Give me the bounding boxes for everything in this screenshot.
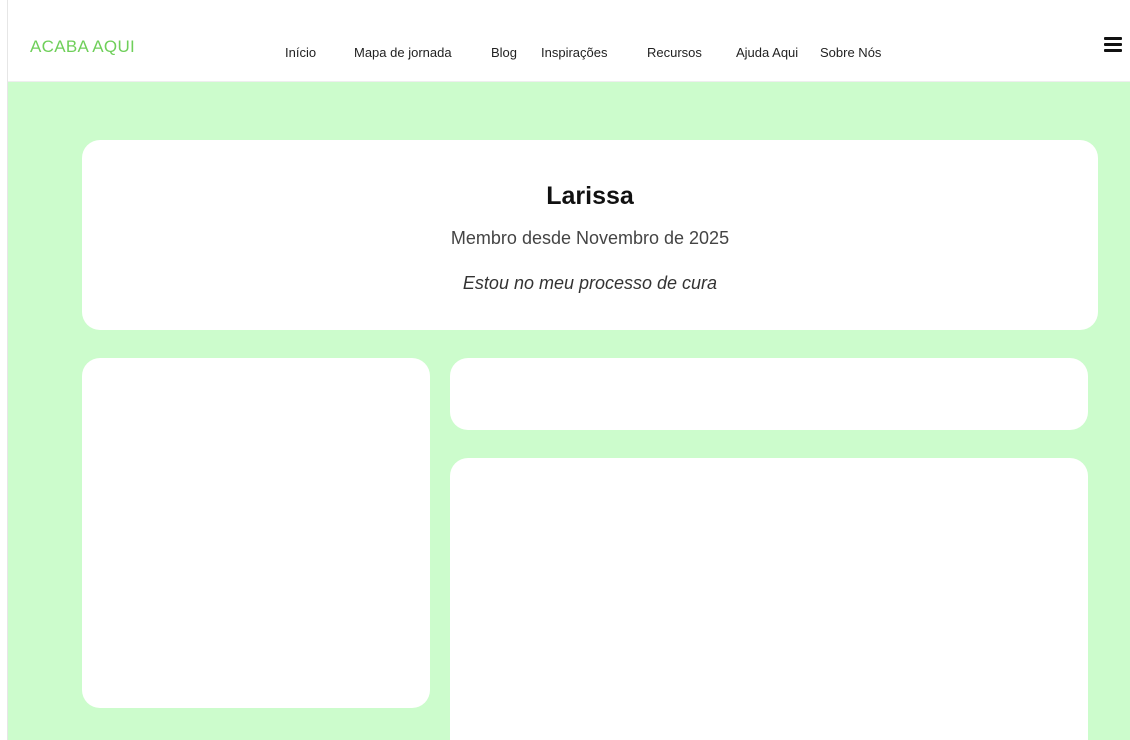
- hamburger-menu-icon[interactable]: [1104, 37, 1122, 53]
- top-right-panel: [450, 358, 1088, 430]
- main-right-panel: [450, 458, 1088, 740]
- left-edge-border: [0, 0, 8, 740]
- left-side-panel: [82, 358, 430, 708]
- profile-status-text: Estou no meu processo de cura: [462, 273, 718, 293]
- profile-card: Larissa Membro desde Novembro de 2025 Es…: [82, 140, 1098, 330]
- nav-item-mapa-de-jornada[interactable]: Mapa de jornada: [354, 45, 452, 60]
- nav-item-inicio[interactable]: Início: [285, 45, 316, 60]
- profile-page: ACABA AQUI Início Mapa de jornada Blog I…: [0, 0, 1130, 740]
- nav-item-blog[interactable]: Blog: [491, 45, 517, 60]
- brand-logo[interactable]: ACABA AQUI: [30, 37, 135, 57]
- nav-item-ajuda-aqui[interactable]: Ajuda Aqui: [736, 45, 798, 60]
- nav-item-recursos[interactable]: Recursos: [647, 45, 702, 60]
- profile-name: Larissa: [546, 182, 634, 210]
- top-navigation-bar: ACABA AQUI Início Mapa de jornada Blog I…: [8, 0, 1130, 82]
- nav-item-sobre-nos[interactable]: Sobre Nós: [820, 45, 881, 60]
- member-since-text: Membro desde Novembro de 2025: [450, 228, 730, 248]
- main-content: Larissa Membro desde Novembro de 2025 Es…: [8, 82, 1130, 740]
- nav-item-inspiracoes[interactable]: Inspirações: [541, 45, 607, 60]
